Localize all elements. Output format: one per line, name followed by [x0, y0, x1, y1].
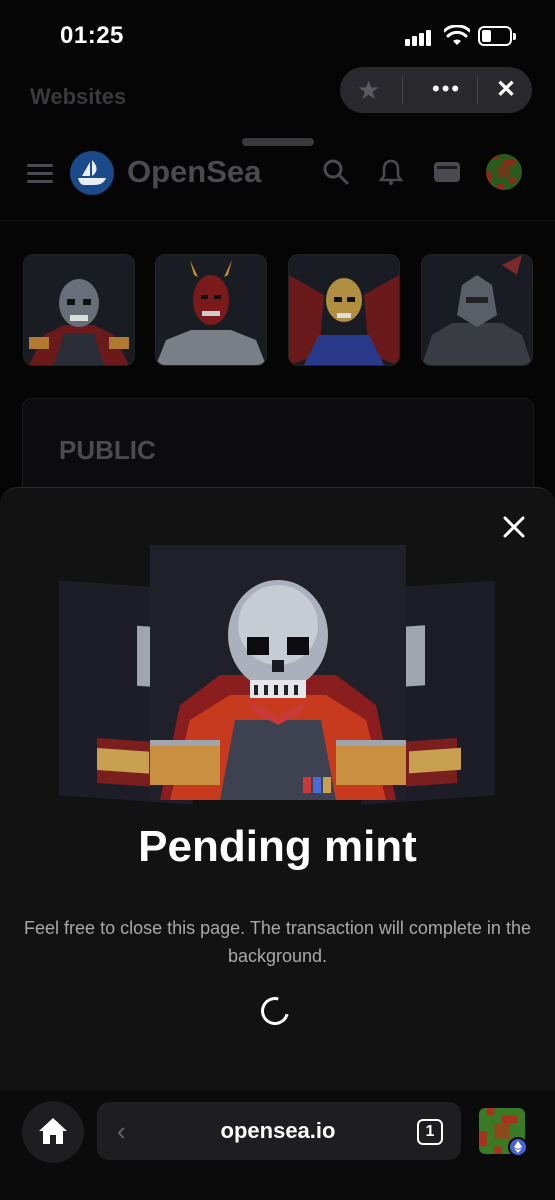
modal-title: Pending mint [138, 822, 417, 871]
wallet-icon[interactable] [433, 160, 461, 189]
wifi-icon [442, 24, 472, 52]
battery-icon [478, 26, 516, 46]
more-icon[interactable]: ••• [432, 78, 461, 100]
avatar[interactable] [486, 154, 522, 190]
cellular-signal-icon [405, 28, 435, 46]
home-icon [39, 1118, 67, 1144]
modal-description: Feel free to close this page. The transa… [24, 918, 531, 966]
drag-handle[interactable] [242, 138, 314, 146]
back-icon[interactable]: ‹ [117, 1117, 126, 1145]
divider [402, 76, 403, 104]
nft-thumbnail[interactable] [23, 254, 135, 366]
search-icon[interactable] [322, 158, 350, 191]
close-icon[interactable] [499, 512, 529, 542]
ethereum-icon [508, 1137, 528, 1157]
browser-title: Websites [30, 84, 127, 109]
nft-thumbnail[interactable] [421, 254, 533, 366]
nft-thumbnail[interactable] [155, 254, 267, 366]
phase-label: PUBLIC [59, 435, 156, 465]
tab-count-button[interactable]: 1 [417, 1119, 443, 1145]
opensea-logo[interactable] [70, 151, 114, 195]
nft-artwork [150, 545, 406, 800]
brand-name: OpenSea [127, 154, 262, 189]
status-time: 01:25 [60, 22, 124, 49]
bell-icon[interactable] [378, 158, 404, 191]
url-text[interactable]: opensea.io [180, 1118, 376, 1144]
home-button[interactable] [22, 1101, 84, 1163]
divider [477, 76, 478, 104]
nft-thumbnail[interactable] [288, 254, 400, 366]
close-icon[interactable]: ✕ [496, 77, 516, 103]
menu-icon[interactable] [27, 164, 53, 188]
star-icon[interactable]: ★ [357, 77, 385, 103]
